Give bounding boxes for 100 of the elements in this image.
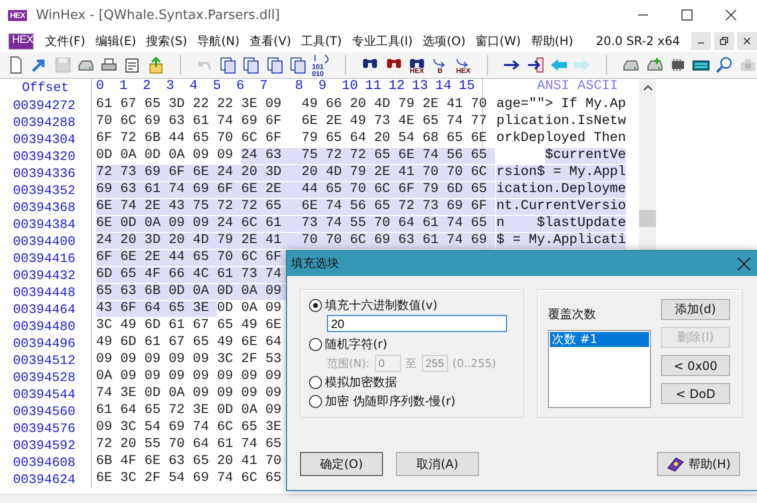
menu-item[interactable]: 搜索(S) xyxy=(141,32,192,50)
app-logo: HEX xyxy=(8,10,27,20)
hex-byte: 65 xyxy=(470,182,488,198)
toolbar-button[interactable] xyxy=(526,56,545,74)
hex-value-field[interactable]: 20 xyxy=(327,315,507,332)
menu-item[interactable]: 窗口(W) xyxy=(470,32,526,50)
menu-item[interactable]: 选项(O) xyxy=(418,32,471,50)
hex-byte: 63 xyxy=(398,233,416,249)
menu-item[interactable]: 导航(N) xyxy=(192,32,245,50)
hex-byte: 20 xyxy=(120,437,138,453)
hex-byte: 09 xyxy=(265,301,283,317)
hex-byte: 0D xyxy=(96,148,114,164)
menu-item[interactable]: 查看(V) xyxy=(244,32,296,50)
properties-icon xyxy=(123,56,142,74)
ascii-text: orkDeployed Then xyxy=(496,131,626,147)
hex-byte: 2E xyxy=(241,233,258,249)
column-header: Offset xyxy=(0,79,92,97)
option-label[interactable]: 填充十六进制数值(v) xyxy=(325,297,438,314)
hex-byte: 6E xyxy=(96,199,114,215)
cancel-button[interactable]: 取消(A) xyxy=(396,452,479,476)
toolbar-button[interactable] xyxy=(218,56,238,74)
hex-byte: 43 xyxy=(96,301,114,317)
hex-byte: 74 xyxy=(120,199,138,215)
hex-byte: 0D xyxy=(144,148,162,164)
toolbar-button[interactable] xyxy=(123,56,142,74)
hex-byte: 63 xyxy=(265,148,283,164)
toolbar-button[interactable] xyxy=(715,56,734,74)
scroll-up-icon[interactable] xyxy=(642,84,652,92)
option-label[interactable]: 模拟加密数据 xyxy=(325,374,397,391)
column-header: 10 xyxy=(342,79,359,96)
offset-cell: 00394400 xyxy=(0,233,92,250)
hex-byte: 6F xyxy=(265,250,283,266)
menu-item[interactable]: 帮助(H) xyxy=(526,32,578,50)
offset-cell: 00394448 xyxy=(0,284,92,301)
hex-byte: 43 xyxy=(168,199,186,215)
hex-byte: 66 xyxy=(326,97,343,113)
hex-byte: 6C xyxy=(241,216,258,232)
offset-cell: 00394320 xyxy=(0,148,92,165)
hex-byte: 2E xyxy=(374,165,392,181)
hex-byte: 09 xyxy=(192,369,210,385)
help-button[interactable]: 帮助(H) xyxy=(657,452,740,476)
hex-byte: 65 xyxy=(192,335,210,351)
hex-byte: 09 xyxy=(168,352,186,368)
hex-byte: 55 xyxy=(350,216,368,232)
hex-byte: 0A xyxy=(241,403,258,419)
hex-byte: 74 xyxy=(326,216,343,232)
hex-byte: 70 xyxy=(265,454,283,470)
ok-button[interactable]: 确定(O) xyxy=(300,452,383,476)
menu-item[interactable]: 文件(F) xyxy=(40,32,90,50)
list-item[interactable]: 次数 #1 xyxy=(550,332,649,347)
column-header: 9 xyxy=(318,79,328,96)
hex-byte: 6B xyxy=(144,284,162,300)
hex-byte: 74 xyxy=(446,216,464,232)
radio-button[interactable] xyxy=(309,338,322,351)
hex-byte: 63 xyxy=(120,182,138,198)
offset-cell: 00394416 xyxy=(0,250,92,267)
close-button[interactable] xyxy=(737,32,757,50)
restore-button[interactable] xyxy=(714,32,734,50)
hex-byte: 3E xyxy=(241,97,258,113)
offset-cell: 00394528 xyxy=(0,369,92,386)
hex-byte: 74 xyxy=(265,267,283,283)
magnifier-icon xyxy=(715,56,734,74)
hex-byte: 61 xyxy=(96,97,114,113)
dialog-button[interactable]: < DoD xyxy=(661,383,730,404)
close-icon[interactable] xyxy=(725,9,737,21)
maximize-icon[interactable] xyxy=(681,9,693,21)
hex-byte: 54 xyxy=(144,420,162,436)
menu-item[interactable]: 工具(T) xyxy=(296,32,347,50)
radio-button[interactable] xyxy=(309,376,322,389)
hex-byte: 74 xyxy=(326,199,343,215)
folder-arrow-icon xyxy=(146,56,165,74)
option-label[interactable]: 加密 伪随即序列数-慢(r) xyxy=(325,393,456,410)
option-label[interactable]: 随机字符(r) xyxy=(325,336,388,353)
hex-byte: 6E xyxy=(265,318,283,334)
hex-byte: 09 xyxy=(265,403,283,419)
menu-item[interactable]: 专业工具(I) xyxy=(346,32,418,50)
hex-byte: 6E xyxy=(96,471,114,487)
radio-button[interactable] xyxy=(309,395,322,408)
hex-byte: 2E xyxy=(265,182,283,198)
hex-byte: 72 xyxy=(326,148,343,164)
dialog-button[interactable]: 添加(d) xyxy=(661,299,730,320)
offset-cell: 00394544 xyxy=(0,386,92,403)
offset-cell: 00394576 xyxy=(0,420,92,437)
close-icon[interactable] xyxy=(737,256,751,270)
menu-item[interactable]: 编辑(E) xyxy=(90,32,142,50)
hex-byte: 09 xyxy=(192,352,210,368)
hex-byte: 6C xyxy=(241,250,258,266)
ascii-text: n $lastUpdate xyxy=(496,216,626,232)
hex-byte: 74 xyxy=(216,114,234,130)
hex-byte: 49 xyxy=(241,318,258,334)
hex-byte: 74 xyxy=(216,471,234,487)
hex-byte: 74 xyxy=(446,114,464,130)
dialog-button[interactable]: < 0x00 xyxy=(661,355,730,376)
scroll-thumb[interactable] xyxy=(639,210,656,227)
hex-byte: 3E xyxy=(120,386,138,402)
column-header: 2 xyxy=(142,79,152,96)
radio-button[interactable] xyxy=(309,299,322,312)
column-header: 13 xyxy=(412,79,430,96)
hex-byte: 3C xyxy=(96,318,114,334)
hex-byte: 20 xyxy=(302,165,319,181)
